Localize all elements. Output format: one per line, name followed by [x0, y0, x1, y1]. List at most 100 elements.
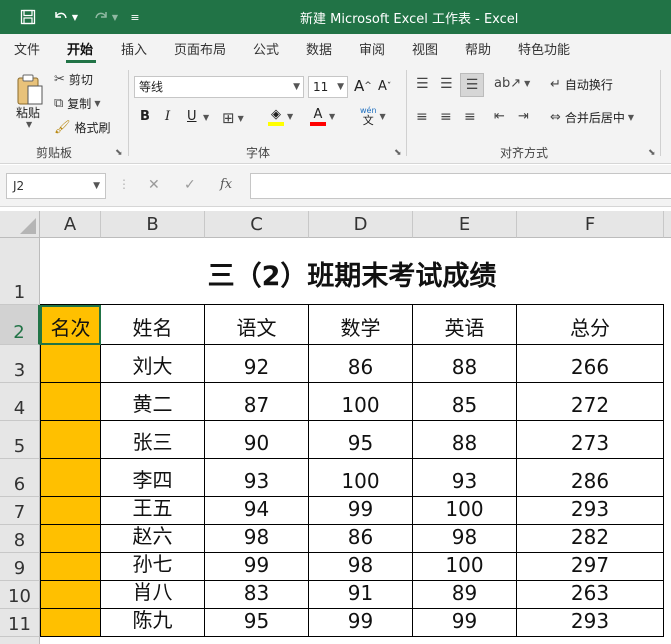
cell-english[interactable]: 85 [413, 383, 517, 421]
wrap-text-button[interactable]: ↵ 自动换行 [550, 76, 613, 93]
row-header-2[interactable]: 2 [0, 305, 40, 345]
sheet-title-cell[interactable]: 三（2）班期末考试成绩 [40, 238, 664, 305]
cell-total[interactable]: 293 [517, 609, 664, 637]
cell-math[interactable]: 100 [309, 383, 413, 421]
cell-rank[interactable] [40, 497, 101, 525]
cell-chinese[interactable]: 92 [205, 345, 309, 383]
cell-math[interactable]: 99 [309, 497, 413, 525]
cell-math[interactable]: 86 [309, 525, 413, 553]
fill-color-button[interactable]: ◈ ▼ [268, 107, 293, 126]
name-box[interactable]: J2 ▼ [6, 173, 106, 199]
tab-page-layout[interactable]: 页面布局 [174, 39, 226, 58]
tab-formulas[interactable]: 公式 [253, 39, 279, 58]
row-header-6[interactable]: 6 [0, 459, 40, 497]
align-center-button[interactable]: ≡ [440, 109, 452, 125]
italic-button[interactable]: I [165, 109, 170, 124]
phonetic-guide-button[interactable]: wén 文 ▼ [360, 106, 386, 126]
cell-total[interactable]: 282 [517, 525, 664, 553]
cell-english[interactable]: 100 [413, 497, 517, 525]
redo-icon[interactable]: ▼ [88, 0, 122, 34]
cell-math[interactable]: 100 [309, 459, 413, 497]
cell-chinese[interactable]: 98 [205, 525, 309, 553]
cell-rank[interactable] [40, 581, 101, 609]
customize-qat-icon[interactable]: ≡ [126, 0, 144, 34]
cell-math[interactable]: 95 [309, 421, 413, 459]
cell-name[interactable]: 黄二 [101, 383, 205, 421]
align-middle-button[interactable]: ☰ [440, 76, 453, 92]
tab-file[interactable]: 文件 [14, 39, 40, 58]
column-header-b[interactable]: B [101, 211, 205, 238]
header-cell-english[interactable]: 英语 [413, 305, 517, 345]
font-size-combo[interactable]: 11 ▼ [308, 76, 348, 98]
font-color-button[interactable]: A ▼ [310, 107, 335, 126]
row-header-10[interactable]: 10 [0, 581, 40, 609]
cell-english[interactable]: 100 [413, 553, 517, 581]
cell-total[interactable]: 272 [517, 383, 664, 421]
column-header-f[interactable]: F [517, 211, 664, 238]
clipboard-launcher-icon[interactable]: ⬊ [115, 148, 123, 158]
paste-button[interactable]: 粘贴 [16, 104, 40, 121]
cell-rank[interactable] [40, 553, 101, 581]
tab-review[interactable]: 审阅 [359, 39, 385, 58]
cell-english[interactable]: 88 [413, 345, 517, 383]
cell-math[interactable]: 86 [309, 345, 413, 383]
grow-font-button[interactable]: A ^ [354, 77, 372, 95]
tab-insert[interactable]: 插入 [121, 39, 147, 58]
row-header-12[interactable] [0, 637, 40, 644]
cell-total[interactable]: 297 [517, 553, 664, 581]
paste-dropdown-icon[interactable]: ▼ [26, 120, 32, 129]
undo-icon[interactable]: ▼ [48, 0, 82, 34]
cell-chinese[interactable]: 94 [205, 497, 309, 525]
enter-icon[interactable]: ✓ [184, 177, 196, 193]
increase-indent-button[interactable]: ⇥ [518, 109, 529, 124]
cancel-icon[interactable]: ✕ [148, 177, 160, 193]
copy-button[interactable]: ⧉ 复制 ▼ [54, 95, 100, 112]
cell-total[interactable]: 293 [517, 497, 664, 525]
underline-button[interactable]: U [187, 109, 197, 124]
cell-rank[interactable] [40, 525, 101, 553]
cell-rank[interactable] [40, 609, 101, 637]
orientation-button[interactable]: ab↗ ▼ [494, 76, 530, 91]
cell-math[interactable]: 98 [309, 553, 413, 581]
insert-function-icon[interactable]: fx [220, 177, 232, 192]
column-header-c[interactable]: C [205, 211, 309, 238]
row-header-8[interactable]: 8 [0, 525, 40, 553]
tab-home[interactable]: 开始 [67, 39, 93, 58]
column-header-a[interactable]: A [40, 211, 101, 238]
row-header-11[interactable]: 11 [0, 609, 40, 637]
row-header-1[interactable]: 1 [0, 238, 40, 305]
row-header-3[interactable]: 3 [0, 345, 40, 383]
font-launcher-icon[interactable]: ⬊ [394, 148, 402, 158]
cell-total[interactable]: 273 [517, 421, 664, 459]
decrease-indent-button[interactable]: ⇤ [494, 109, 505, 124]
shrink-font-button[interactable]: Aˇ [378, 79, 391, 94]
row-header-5[interactable]: 5 [0, 421, 40, 459]
cell-name[interactable]: 刘大 [101, 345, 205, 383]
cell-name[interactable]: 张三 [101, 421, 205, 459]
tab-data[interactable]: 数据 [306, 39, 332, 58]
header-cell-total[interactable]: 总分 [517, 305, 664, 345]
cell-rank[interactable] [40, 345, 101, 383]
save-icon[interactable] [14, 0, 42, 34]
cut-button[interactable]: ✂ 剪切 [54, 71, 93, 88]
cell-english[interactable]: 98 [413, 525, 517, 553]
column-header-g[interactable] [664, 211, 671, 238]
cell-english[interactable]: 88 [413, 421, 517, 459]
cell-english[interactable]: 89 [413, 581, 517, 609]
borders-button[interactable]: ⊞ ▼ [222, 109, 244, 127]
select-all-button[interactable] [0, 211, 40, 238]
tab-view[interactable]: 视图 [412, 39, 438, 58]
font-name-combo[interactable]: 等线 ▼ [134, 76, 304, 98]
header-cell-math[interactable]: 数学 [309, 305, 413, 345]
cell-english[interactable]: 99 [413, 609, 517, 637]
cell-total[interactable]: 286 [517, 459, 664, 497]
cell-rank[interactable] [40, 383, 101, 421]
cell-chinese[interactable]: 90 [205, 421, 309, 459]
column-header-e[interactable]: E [413, 211, 517, 238]
alignment-launcher-icon[interactable]: ⬊ [648, 148, 656, 158]
row-header-7[interactable]: 7 [0, 497, 40, 525]
header-cell-chinese[interactable]: 语文 [205, 305, 309, 345]
header-cell-name[interactable]: 姓名 [101, 305, 205, 345]
cell-math[interactable]: 99 [309, 609, 413, 637]
underline-dropdown-icon[interactable]: ▼ [203, 113, 209, 122]
